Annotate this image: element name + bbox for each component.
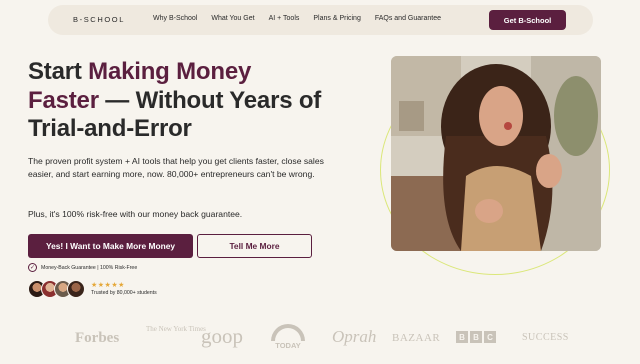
nav-links: Why B-School What You Get AI + Tools Pla…	[153, 15, 455, 22]
goop-logo: goop	[201, 324, 243, 348]
success-logo: SUCCESS	[522, 332, 569, 343]
get-bschool-button[interactable]: Get B-School	[489, 10, 566, 30]
nyt-logo: The New York Times	[146, 325, 206, 333]
avatar-group	[28, 280, 85, 298]
today-logo: TODAY	[269, 324, 307, 352]
today-arc-icon	[271, 324, 305, 341]
risk-free-text: Plus, it's 100% risk-free with our money…	[28, 209, 243, 219]
nav-link-what-you-get[interactable]: What You Get	[211, 15, 254, 22]
forbes-logo: Forbes	[75, 330, 120, 346]
today-text: TODAY	[275, 341, 301, 350]
headline-part1: Start	[28, 58, 89, 85]
star-rating-icon: ★★★★★	[91, 282, 125, 289]
nav-link-ai-tools[interactable]: AI + Tools	[269, 15, 300, 22]
trusted-by-text: Trusted by 80,000+ students	[91, 290, 157, 296]
bbc-logo: B B C	[456, 331, 498, 343]
nav-link-plans-pricing[interactable]: Plans & Pricing	[313, 15, 360, 22]
social-proof: ★★★★★ Trusted by 80,000+ students	[28, 280, 157, 298]
headline-highlight-2: Faster	[28, 86, 99, 114]
hero-photo	[391, 56, 601, 251]
bbc-letter: B	[470, 331, 482, 343]
bbc-letter: B	[456, 331, 468, 343]
avatar	[67, 280, 85, 298]
hero-headline: Start Making Money Faster — Without Years…	[28, 58, 368, 144]
tell-me-more-button[interactable]: Tell Me More	[197, 234, 312, 258]
guarantee-row: ✓ Money-Back Guarantee | 100% Risk-Free	[28, 263, 137, 272]
check-circle-icon: ✓	[28, 263, 37, 272]
bbc-letter: C	[484, 331, 496, 343]
guarantee-text: Money-Back Guarantee | 100% Risk-Free	[41, 264, 138, 271]
bazaar-logo: BAZAAR	[392, 332, 441, 344]
nav-link-why[interactable]: Why B-School	[153, 15, 197, 22]
headline-highlight-1: Making Money	[88, 58, 252, 85]
press-logos: Forbes The New York Times goop TODAY Opr…	[70, 322, 570, 352]
make-more-money-button[interactable]: Yes! I Want to Make More Money	[28, 234, 193, 258]
logo[interactable]: B-SCHOOL	[73, 15, 125, 24]
nav-link-faqs[interactable]: FAQs and Guarantee	[375, 15, 441, 22]
oprah-logo: Oprah	[332, 327, 377, 346]
top-nav: B-SCHOOL Why B-School What You Get AI + …	[48, 5, 593, 35]
hero-subhead: The proven profit system + AI tools that…	[28, 156, 324, 180]
proof-text: ★★★★★ Trusted by 80,000+ students	[91, 282, 157, 296]
